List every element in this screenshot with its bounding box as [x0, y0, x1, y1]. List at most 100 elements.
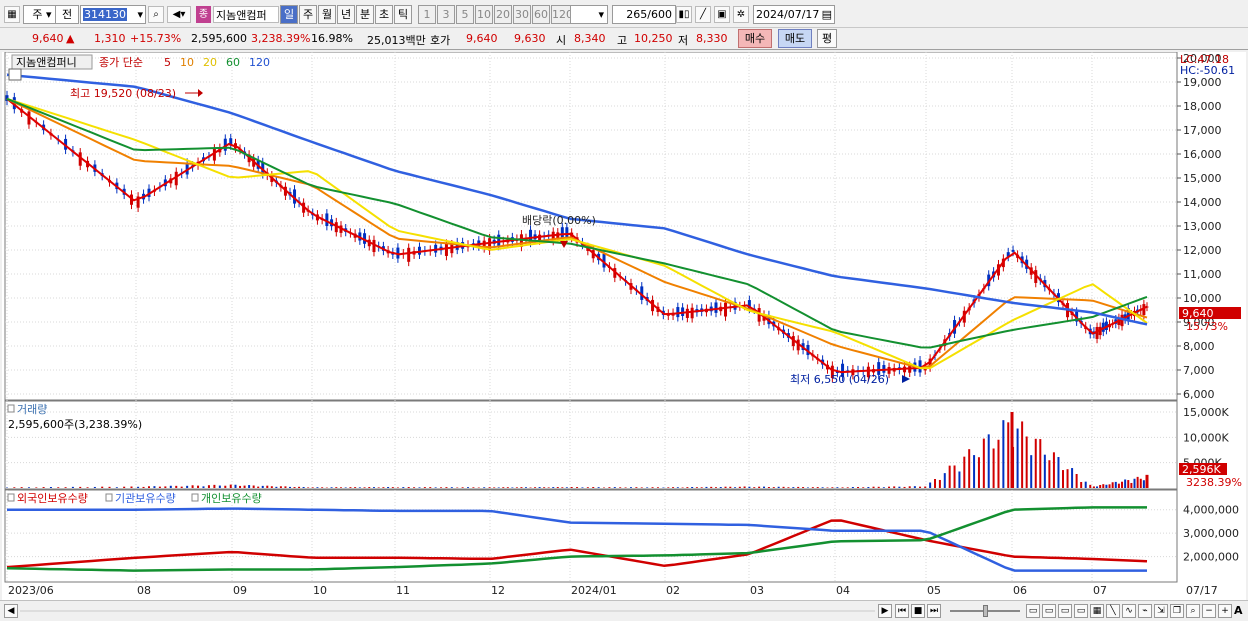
- layout-icon-4[interactable]: ▭: [1074, 604, 1088, 618]
- x-tick-label: 2024/01: [571, 584, 617, 597]
- volume-bar: [953, 465, 956, 488]
- trend-icon[interactable]: ∿: [1122, 604, 1136, 618]
- volume-bar: [608, 487, 611, 488]
- interval-60-button[interactable]: 60: [532, 5, 550, 24]
- zoom-out-icon[interactable]: −: [1202, 604, 1216, 618]
- period-1-button[interactable]: 주: [299, 5, 317, 24]
- period-4-button[interactable]: 분: [356, 5, 374, 24]
- last-page-icon[interactable]: ⏭: [927, 604, 941, 618]
- interval-10-button[interactable]: 10: [475, 5, 493, 24]
- volume-bar: [186, 485, 189, 488]
- ma-legend-20: 20: [203, 56, 217, 69]
- interval-30-button[interactable]: 30: [513, 5, 531, 24]
- gear-icon[interactable]: ✲: [733, 6, 749, 23]
- volume-bar: [335, 487, 338, 488]
- volume-bar: [719, 487, 722, 488]
- layout-icon-1[interactable]: ▭: [1026, 604, 1040, 618]
- draw-tool-icon[interactable]: ╱: [695, 6, 711, 23]
- interval-120-button[interactable]: 120: [551, 5, 573, 24]
- volume-bar: [423, 487, 426, 488]
- interval-20-button[interactable]: 20: [494, 5, 512, 24]
- volume-bar: [882, 487, 885, 488]
- volume-bar: [363, 487, 366, 488]
- stop-icon[interactable]: ■: [911, 604, 925, 618]
- period-3-button[interactable]: 년: [337, 5, 355, 24]
- sound-icon[interactable]: ◀▾: [167, 6, 191, 23]
- period-2-button[interactable]: 월: [318, 5, 336, 24]
- chart-svg[interactable]: 20,00019,00018,00017,00016,00015,00014,0…: [2, 51, 1246, 600]
- market-select-value: 주: [32, 8, 43, 21]
- sell-button[interactable]: 매도: [778, 29, 812, 48]
- volume-bar: [418, 487, 421, 488]
- volume-bar: [987, 434, 990, 488]
- volume-bar: [316, 487, 319, 488]
- export-icon[interactable]: ⇲: [1154, 604, 1168, 618]
- candle-body: [565, 227, 569, 238]
- average-price-button[interactable]: 평: [817, 29, 837, 48]
- candle-body: [560, 227, 564, 239]
- zoom-slider-handle[interactable]: [983, 605, 988, 617]
- period-6-button[interactable]: 틱: [394, 5, 412, 24]
- chart-icon[interactable]: ⌁: [1138, 604, 1152, 618]
- scroll-right-icon[interactable]: ▶: [878, 604, 892, 618]
- scrollbar-track[interactable]: [20, 610, 875, 612]
- layout-icon-3[interactable]: ▭: [1058, 604, 1072, 618]
- candle-type-icon[interactable]: ▮▯: [676, 6, 692, 23]
- count-input[interactable]: 265/600: [612, 5, 676, 24]
- volume-bar: [635, 487, 638, 488]
- holding-legend-marker: [191, 493, 199, 502]
- font-size-icon[interactable]: A: [1234, 604, 1243, 617]
- date-input[interactable]: 2024/07/17 ▤: [753, 5, 835, 24]
- stock-code-input[interactable]: 314130 ▾: [80, 5, 146, 24]
- low-annotation: 최저 6,550 (04/26): [790, 373, 889, 386]
- volume-bar: [934, 479, 937, 488]
- price-tick-label: 14,000: [1183, 196, 1222, 209]
- volume-bar: [288, 486, 291, 488]
- buy-button[interactable]: 매수: [738, 29, 772, 48]
- grid-toggle-icon[interactable]: ▦: [1090, 604, 1104, 618]
- volume-bar: [1066, 469, 1069, 488]
- volume-bar: [672, 487, 675, 488]
- stock-label: 지놈앤컴퍼니: [16, 56, 77, 69]
- volume-bar: [13, 487, 16, 488]
- holding-panel[interactable]: [4, 489, 1178, 583]
- interval-custom-select[interactable]: ▾: [570, 5, 608, 24]
- volume-bar: [888, 486, 891, 488]
- search-icon-bottom[interactable]: ⌕: [1186, 604, 1200, 618]
- period-5-button[interactable]: 초: [375, 5, 393, 24]
- volume-bar: [763, 486, 766, 488]
- stock-type-badge: 종: [196, 6, 211, 23]
- save-icon[interactable]: ▣: [714, 6, 730, 23]
- first-page-icon[interactable]: ⏮: [895, 604, 909, 618]
- chart-area[interactable]: 20,000 19,000 18,000 17,000 16,000 15,000 14,0…: [2, 51, 1246, 600]
- volume-bar: [714, 487, 717, 488]
- interval-5-button[interactable]: 5: [456, 5, 474, 24]
- candle-body: [450, 244, 454, 254]
- volume-panel[interactable]: [4, 400, 1178, 490]
- volume-bar: [293, 487, 296, 488]
- period-0-button[interactable]: 일: [280, 5, 298, 24]
- volume-bar: [629, 487, 632, 488]
- scroll-left-icon[interactable]: ◀: [4, 604, 18, 618]
- zoom-in-icon[interactable]: +: [1218, 604, 1232, 618]
- trade-amount: 25,013백만: [367, 34, 426, 47]
- scope-select[interactable]: 전: [55, 5, 79, 24]
- volume-bar: [734, 487, 737, 488]
- volume-bar: [743, 486, 746, 488]
- volume-tick-label: 15,000K: [1183, 406, 1229, 419]
- interval-1-button[interactable]: 1: [418, 5, 436, 24]
- volume-bar: [1080, 481, 1083, 488]
- search-icon[interactable]: ⌕: [148, 6, 164, 23]
- volume-bar: [1034, 438, 1037, 488]
- volume-bar: [1142, 480, 1145, 488]
- layout-icon-2[interactable]: ▭: [1042, 604, 1056, 618]
- window-layout-icon[interactable]: ▦: [4, 6, 20, 23]
- interval-3-button[interactable]: 3: [437, 5, 455, 24]
- volume-bar: [581, 487, 584, 488]
- copy-icon[interactable]: ❐: [1170, 604, 1184, 618]
- line-tool-icon[interactable]: ╲: [1106, 604, 1120, 618]
- table-icon[interactable]: [8, 68, 22, 81]
- volume-bar: [520, 487, 523, 488]
- quote-bar: 9,640 ▲ 1,310 +15.73% 2,595,600 3,238.39…: [0, 28, 1248, 50]
- volume-bar: [483, 487, 486, 488]
